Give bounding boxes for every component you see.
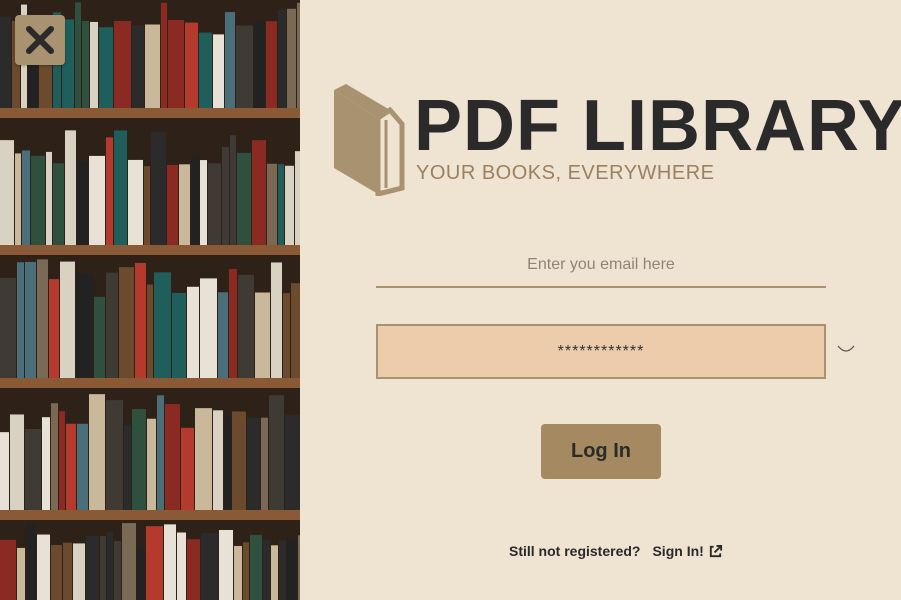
app-title: PDF LIBRARY <box>414 86 901 166</box>
signin-link[interactable]: Sign In! <box>652 543 722 559</box>
app-tagline: YOUR BOOKS, EVERYWHERE <box>416 162 715 184</box>
password-field[interactable] <box>376 324 826 379</box>
register-question: Still not registered? <box>509 543 641 559</box>
bookshelf-image <box>0 0 300 600</box>
external-link-icon <box>709 544 722 557</box>
email-field[interactable] <box>376 243 826 288</box>
register-prompt: Still not registered? Sign In! <box>509 543 723 559</box>
close-icon <box>26 26 54 54</box>
signin-label: Sign In! <box>652 543 704 559</box>
login-button[interactable]: Log In <box>541 424 661 479</box>
book-logo-icon <box>334 84 405 196</box>
eye-icon[interactable] <box>836 338 856 358</box>
bookshelf-illustration <box>0 0 300 600</box>
login-panel: PDF LIBRARY YOUR BOOKS, EVERYWHERE Log I… <box>300 0 901 600</box>
close-button[interactable] <box>15 15 65 65</box>
